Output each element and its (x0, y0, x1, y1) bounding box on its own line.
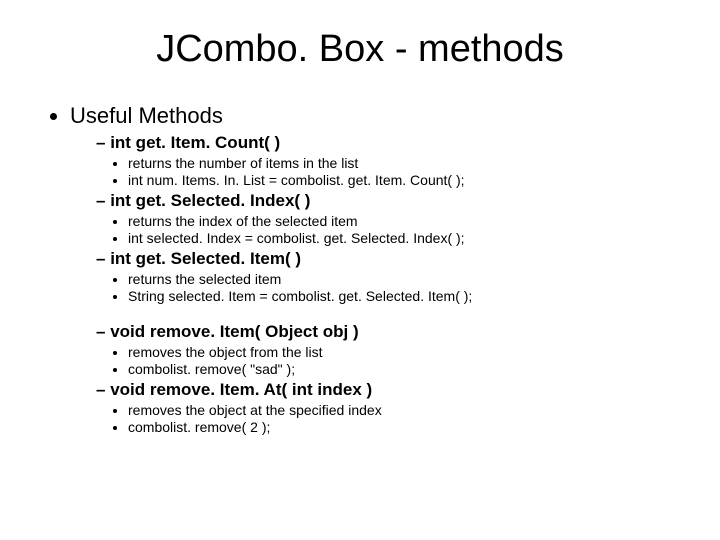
slide: JCombo. Box - methods Useful Methods int… (0, 0, 720, 540)
method-description: returns the index of the selected item (128, 213, 690, 229)
heading-item: Useful Methods int get. Item. Count( ) re… (70, 103, 690, 435)
heading-text: Useful Methods (70, 103, 223, 128)
method-description: returns the number of items in the list (128, 155, 690, 171)
method-item: int get. Selected. Index( ) returns the i… (96, 191, 690, 246)
method-signature: int get. Selected. Item( ) (110, 249, 301, 268)
method-example: combolist. remove( 2 ); (128, 419, 690, 435)
method-details: returns the number of items in the listi… (96, 155, 690, 188)
method-signature: void remove. Item. At( int index ) (110, 380, 372, 399)
method-description: removes the object from the list (128, 344, 690, 360)
method-signature: int get. Item. Count( ) (110, 133, 280, 152)
method-details: removes the object from the listcombolis… (96, 344, 690, 377)
method-example: String selected. Item = combolist. get. … (128, 288, 690, 304)
content-list: Useful Methods int get. Item. Count( ) re… (30, 103, 690, 435)
method-example: int num. Items. In. List = combolist. ge… (128, 172, 690, 188)
method-item: void remove. Item. At( int index ) remove… (96, 380, 690, 435)
method-details: removes the object at the specified inde… (96, 402, 690, 435)
method-details: returns the selected itemString selected… (96, 271, 690, 304)
method-item: void remove. Item( Object obj ) removes t… (96, 322, 690, 377)
method-item: int get. Item. Count( ) returns the numbe… (96, 133, 690, 188)
method-description: removes the object at the specified inde… (128, 402, 690, 418)
method-example: combolist. remove( "sad" ); (128, 361, 690, 377)
method-signature: void remove. Item( Object obj ) (110, 322, 358, 341)
slide-title: JCombo. Box - methods (30, 28, 690, 71)
method-example: int selected. Index = combolist. get. Se… (128, 230, 690, 246)
method-item: int get. Selected. Item( ) returns the se… (96, 249, 690, 304)
method-description: returns the selected item (128, 271, 690, 287)
method-signature: int get. Selected. Index( ) (110, 191, 310, 210)
method-details: returns the index of the selected itemin… (96, 213, 690, 246)
methods-list: int get. Item. Count( ) returns the numbe… (70, 133, 690, 435)
